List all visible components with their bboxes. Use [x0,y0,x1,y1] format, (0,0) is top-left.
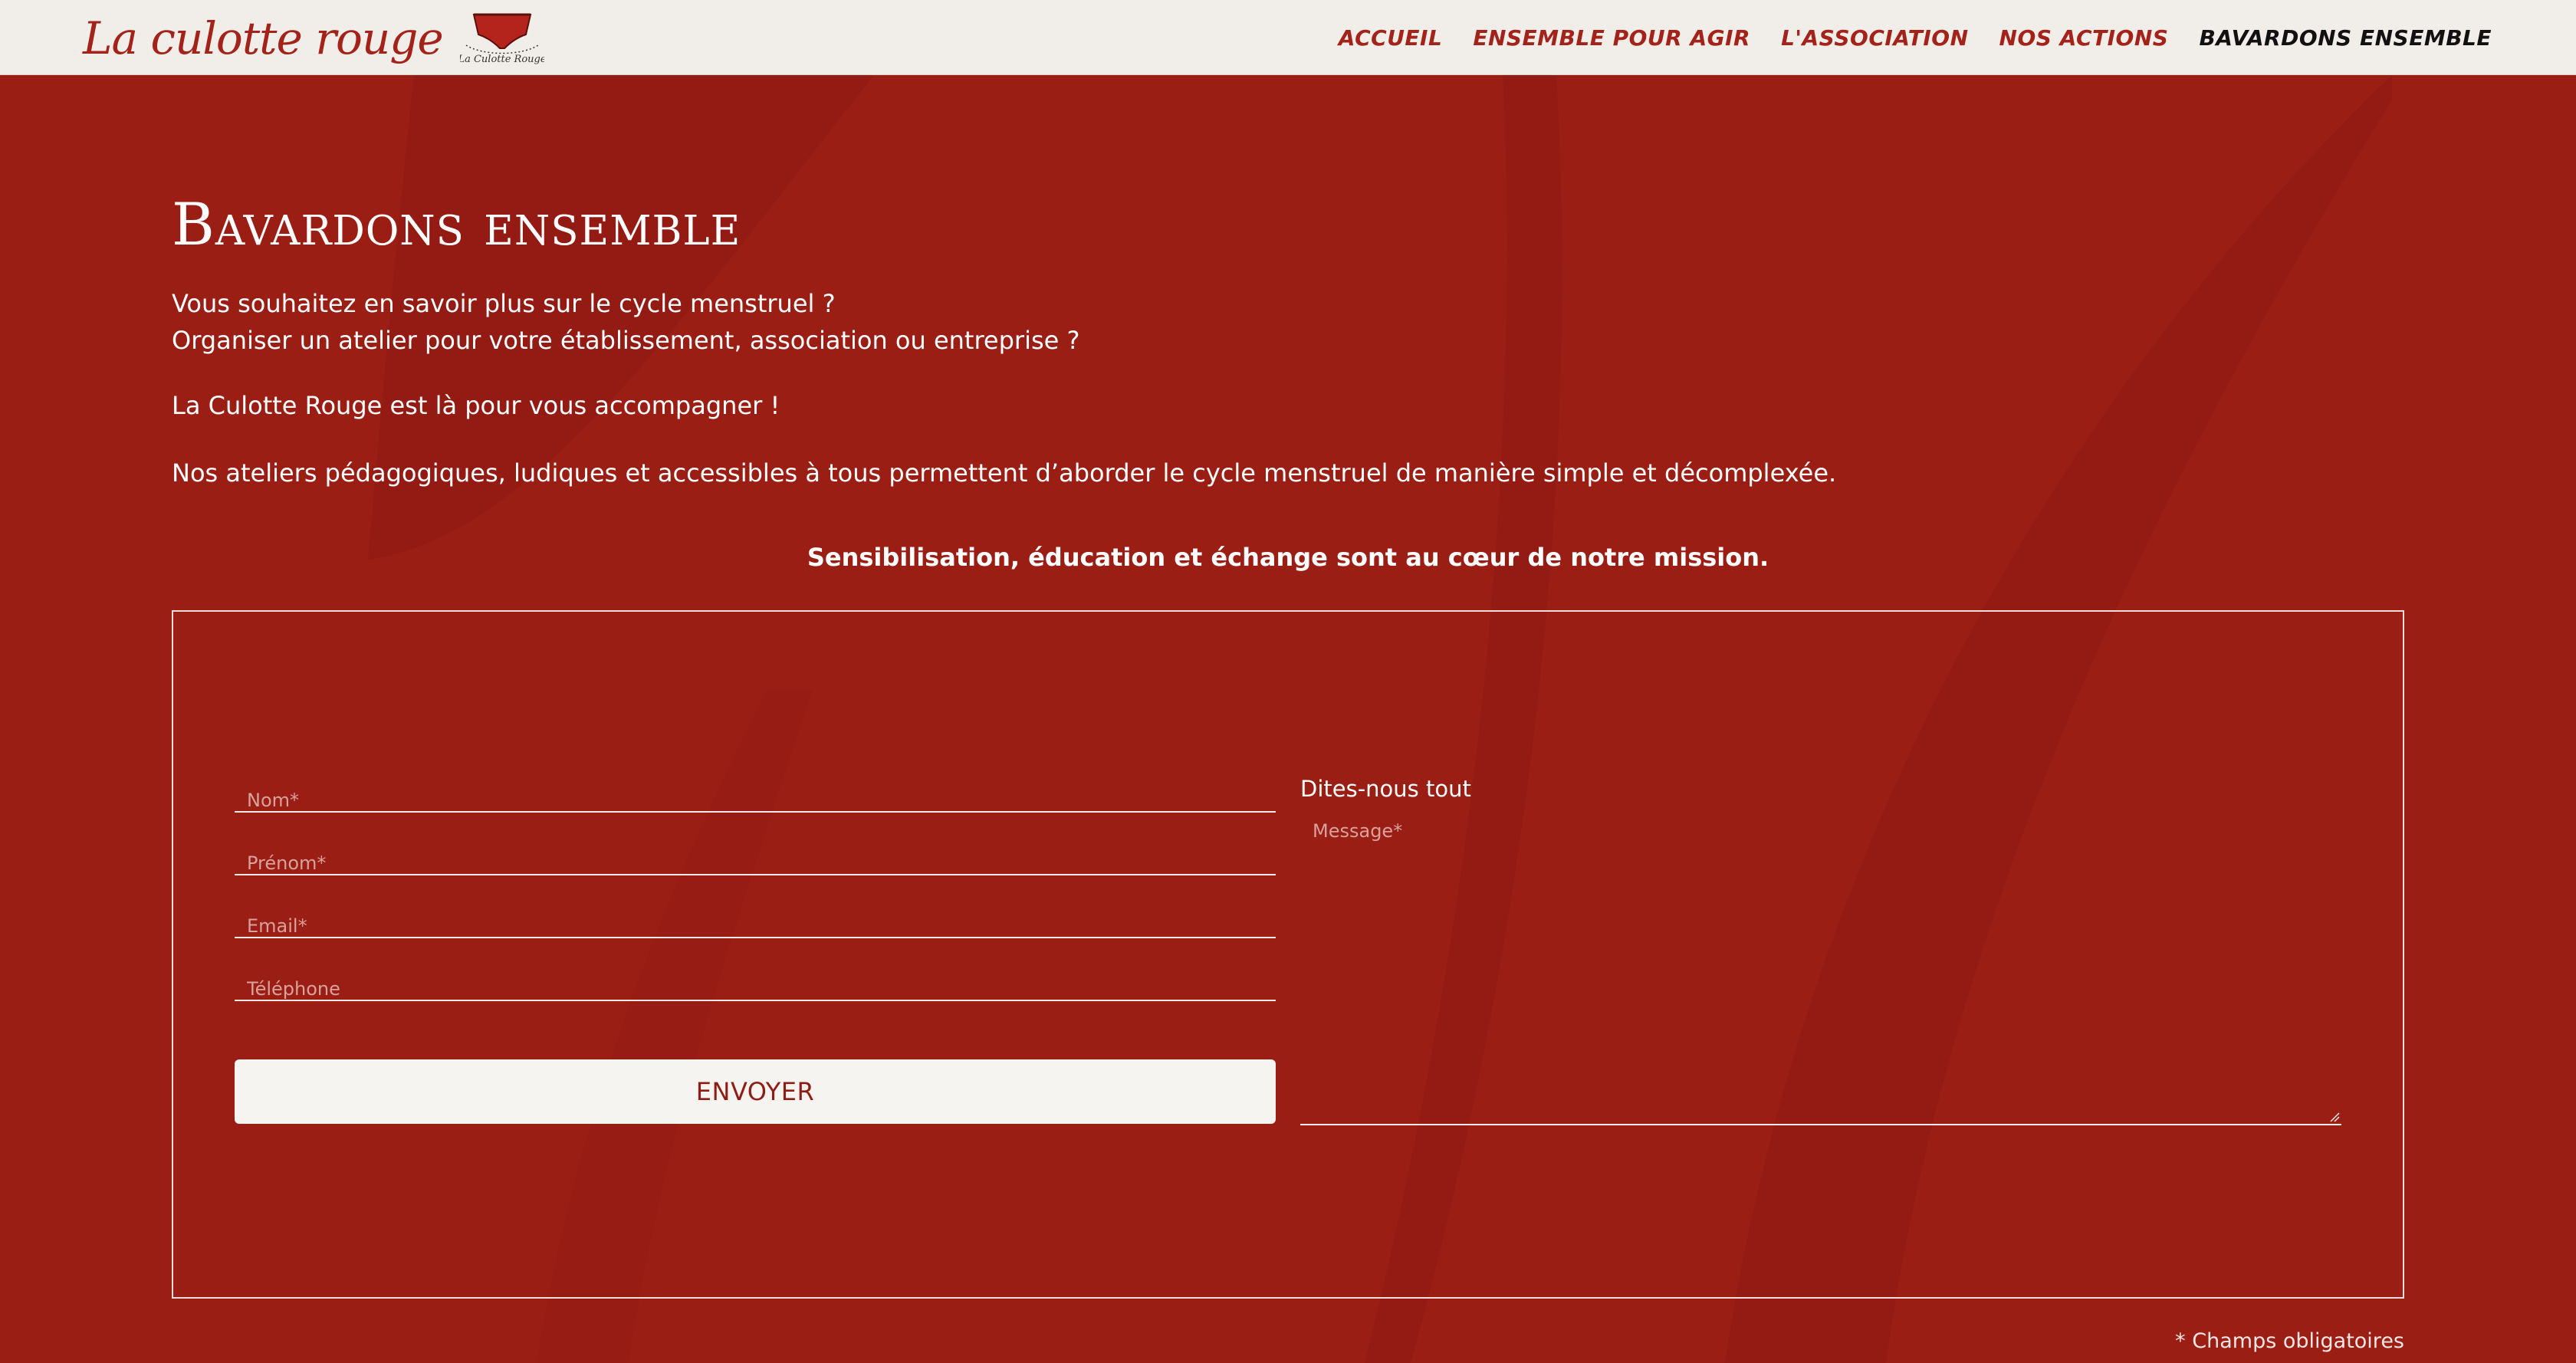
message-textarea[interactable] [1300,813,2341,1124]
nav-item-nos-actions[interactable]: Nos actions [1999,25,2169,51]
site-header: La culotte rouge La Culotte Rouge Accuei… [0,0,2576,75]
prenom-field [235,842,1276,875]
intro-text: Vous souhaitez en savoir plus sur le cyc… [172,285,1079,359]
send-button[interactable]: Envoyer [235,1059,1276,1124]
nav-item-association[interactable]: L'association [1781,25,1968,51]
underwear-logo-icon: La Culotte Rouge [460,13,544,65]
intro-line-2: Organiser un atelier pour votre établiss… [172,326,1080,355]
page-title: Bavardons ensemble [172,190,741,258]
support-paragraph: La Culotte Rouge est là pour vous accomp… [172,391,780,420]
message-label: Dites-nous tout [1300,776,1471,802]
main-nav: Accueil Ensemble pour agir L'association… [1339,0,2492,75]
contact-form: Envoyer Dites-nous tout [172,610,2404,1299]
logo-badge-text: La Culotte Rouge [460,54,544,65]
required-fields-note: * Champs obligatoires [2175,1329,2404,1353]
email-field [235,905,1276,938]
nav-item-ensemble-pour-agir[interactable]: Ensemble pour agir [1473,25,1750,51]
email-input[interactable] [235,905,1276,937]
nav-item-bavardons-ensemble[interactable]: Bavardons ensemble [2199,25,2492,51]
telephone-input[interactable] [235,967,1276,1000]
mission-statement: Sensibilisation, éducation et échange so… [807,543,1769,572]
site-logo[interactable]: La culotte rouge La Culotte Rouge [83,8,544,69]
prenom-input[interactable] [235,842,1276,874]
nom-field [235,779,1276,813]
message-field [1300,813,2341,1125]
telephone-field [235,967,1276,1001]
logo-text: La culotte rouge [83,12,444,64]
resize-handle-icon[interactable] [2328,1110,2340,1122]
nom-input[interactable] [235,779,1276,811]
workshops-paragraph: Nos ateliers pédagogiques, ludiques et a… [172,458,1837,488]
intro-line-1: Vous souhaitez en savoir plus sur le cyc… [172,289,836,318]
nav-item-accueil[interactable]: Accueil [1339,25,1443,51]
